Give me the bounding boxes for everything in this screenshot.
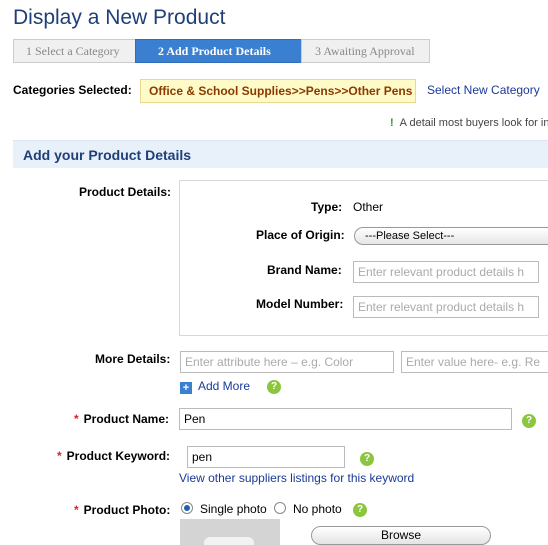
single-photo-label[interactable]: Single photo [200, 502, 267, 516]
model-number-label: Model Number: [256, 297, 344, 311]
hint-text: A detail most buyers look for in [399, 117, 548, 129]
single-photo-radio[interactable] [181, 502, 193, 514]
required-mark: * [74, 503, 79, 517]
type-label: Type: [311, 200, 343, 214]
camera-icon [204, 537, 254, 545]
step-awaiting-approval: 3 Awaiting Approval [301, 39, 430, 63]
brand-name-label: Brand Name: [267, 263, 342, 277]
help-icon[interactable]: ? [522, 414, 536, 428]
type-value: Other [353, 200, 384, 214]
product-keyword-input[interactable]: pen [187, 446, 345, 468]
view-other-suppliers-link[interactable]: View other suppliers listings for this k… [179, 471, 414, 485]
section-header: Add your Product Details [13, 140, 548, 168]
product-name-input[interactable]: Pen [179, 408, 512, 430]
value-input[interactable]: Enter value here- e.g. Re [401, 351, 548, 373]
model-number-input[interactable]: Enter relevant product details h [353, 296, 539, 318]
required-mark: * [57, 449, 62, 463]
plus-icon: + [180, 382, 192, 394]
add-more-link[interactable]: + Add More [180, 379, 250, 394]
product-photo-label: * Product Photo: [74, 503, 170, 517]
place-of-origin-select[interactable]: ---Please Select--- [354, 227, 548, 245]
photo-thumbnail [180, 519, 280, 545]
help-icon[interactable]: ? [267, 380, 281, 394]
product-name-label: * Product Name: [74, 412, 169, 426]
progress-steps: 1 Select a Category 2 Add Product Detail… [13, 39, 430, 63]
hint-mark: ! [390, 117, 394, 129]
help-icon[interactable]: ? [353, 503, 367, 517]
no-photo-label[interactable]: No photo [293, 502, 342, 516]
place-of-origin-label: Place of Origin: [256, 228, 345, 242]
product-details-label: Product Details: [79, 185, 172, 199]
categories-label: Categories Selected: [13, 83, 132, 97]
product-keyword-label-text: Product Keyword: [66, 449, 171, 463]
selected-category-box: Office & School Supplies>>Pens>>Other Pe… [140, 79, 416, 103]
product-name-label-text: Product Name: [83, 412, 170, 426]
product-keyword-label: * Product Keyword: [57, 449, 170, 463]
section-title: Add your Product Details [23, 147, 192, 163]
select-new-category-link[interactable]: Select New Category [427, 83, 540, 97]
product-photo-label-text: Product Photo: [83, 503, 171, 517]
no-photo-radio[interactable] [274, 502, 286, 514]
browse-button[interactable]: Browse [311, 526, 491, 545]
step-select-category[interactable]: 1 Select a Category [13, 39, 143, 63]
required-mark: * [74, 412, 79, 426]
detail-hint: ! A detail most buyers look for in [390, 117, 548, 129]
add-more-label: Add More [198, 379, 251, 393]
more-details-label: More Details: [95, 352, 171, 366]
page-title: Display a New Product [13, 6, 226, 29]
attribute-input[interactable]: Enter attribute here – e.g. Color [180, 351, 394, 373]
brand-name-input[interactable]: Enter relevant product details h [353, 261, 539, 283]
help-icon[interactable]: ? [360, 452, 374, 466]
step-add-details: 2 Add Product Details [135, 39, 307, 63]
